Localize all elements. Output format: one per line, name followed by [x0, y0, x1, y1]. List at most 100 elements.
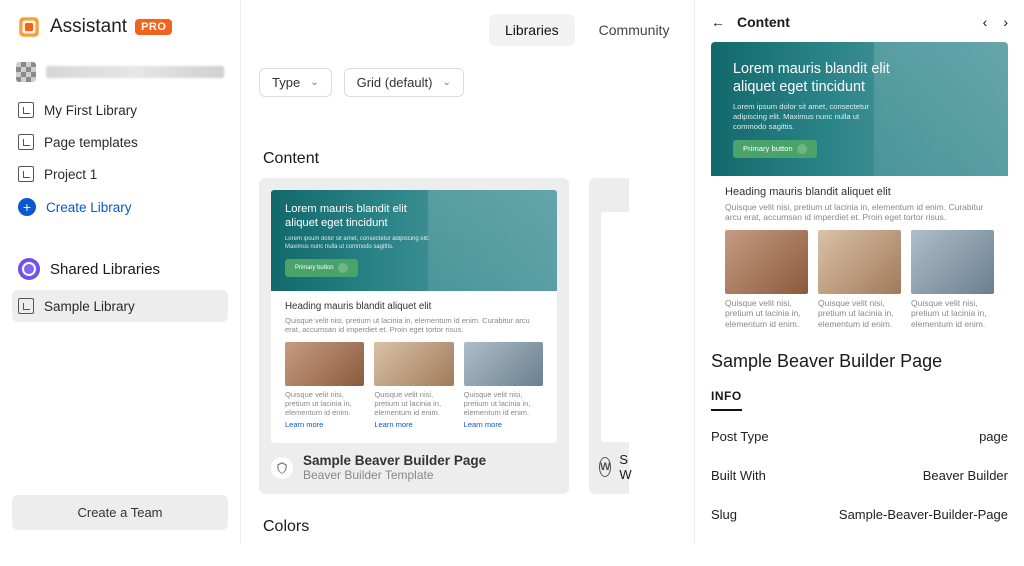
view-select[interactable]: Grid (default) ⌄ — [344, 68, 464, 97]
shared-icon — [18, 258, 40, 280]
plus-icon: + — [18, 198, 36, 216]
file-icon — [18, 102, 34, 118]
assistant-logo-icon — [16, 14, 42, 40]
sidebar-item-label: Page templates — [44, 135, 138, 150]
thumb-image-grid: Quisque velit nisi, pretium ut lacinia i… — [285, 342, 543, 429]
sidebar-item-page-templates[interactable]: Page templates — [12, 126, 228, 158]
panel-breadcrumb: Content — [737, 14, 790, 30]
file-icon — [18, 134, 34, 150]
hero-photo-overlay — [428, 190, 557, 291]
user-avatar-icon — [16, 62, 36, 82]
logo: Assistant PRO — [12, 12, 228, 54]
thumb-hero-body: Lorem ipsum dolor sit amet, consectetur … — [285, 236, 445, 251]
sidebar-item-sample-library[interactable]: Sample Library — [12, 290, 228, 322]
card-subtitle-partial: W — [619, 467, 631, 482]
back-button[interactable]: ← — [711, 14, 725, 30]
prev-button[interactable]: ‹ — [983, 14, 988, 30]
info-value: Sample-Beaver-Builder-Page — [839, 507, 1008, 522]
grid-caption: Quisque velit nisi, pretium ut lacinia i… — [911, 298, 994, 329]
card-title: Sample Beaver Builder Page — [303, 453, 486, 468]
thumb-hero: Lorem mauris blandit elitaliquet eget ti… — [271, 190, 557, 291]
file-icon — [18, 298, 34, 314]
grid-image-icon — [911, 230, 994, 294]
card-footer: Sample Beaver Builder Page Beaver Builde… — [259, 443, 569, 494]
content-card-partial[interactable]: W S W — [589, 178, 629, 494]
preview-row-title: Heading mauris blandit aliquet elit — [725, 186, 994, 198]
info-key: Post Type — [711, 429, 769, 444]
grid-caption: Quisque velit nisi, pretium ut lacinia i… — [818, 298, 901, 329]
sidebar-item-project-1[interactable]: Project 1 — [12, 158, 228, 190]
preview-hero: Lorem mauris blandit elitaliquet eget ti… — [711, 42, 1008, 176]
preview-hero-body: Lorem ipsum dolor sit amet, consectetur … — [733, 102, 890, 132]
shared-libraries-label: Shared Libraries — [50, 261, 160, 278]
learn-more-link: Learn more — [464, 420, 502, 429]
user-row[interactable] — [12, 54, 228, 94]
card-thumbnail — [601, 212, 629, 442]
next-button[interactable]: › — [1003, 14, 1008, 30]
thumb-hero-cta: Primary button — [285, 259, 358, 277]
grid-image-icon — [725, 230, 808, 294]
create-library-button[interactable]: + Create Library — [12, 190, 228, 224]
file-icon — [18, 166, 34, 182]
preview-body: Heading mauris blandit aliquet elit Quis… — [711, 176, 1008, 333]
pro-badge: PRO — [135, 19, 172, 35]
grid-image-icon — [464, 342, 543, 386]
type-select-label: Type — [272, 75, 300, 90]
sidebar: Assistant PRO My First Library Page temp… — [0, 0, 240, 544]
user-name-blurred — [46, 66, 224, 78]
info-row-built-with: Built With Beaver Builder — [711, 456, 1008, 495]
info-value: page — [979, 429, 1008, 444]
grid-caption: Quisque velit nisi, pretium ut lacinia i… — [464, 390, 543, 417]
shared-libraries-header[interactable]: Shared Libraries — [12, 252, 228, 290]
preview-row-lorem: Quisque velit nisi, pretium ut lacinia i… — [725, 202, 994, 222]
check-icon — [338, 263, 348, 273]
learn-more-link: Learn more — [818, 332, 861, 333]
grid-image-icon — [818, 230, 901, 294]
create-library-label: Create Library — [46, 200, 132, 215]
sidebar-item-my-first-library[interactable]: My First Library — [12, 94, 228, 126]
info-tab[interactable]: INFO — [711, 389, 742, 411]
main: Libraries Community Account Type ⌄ Grid … — [240, 0, 1024, 544]
view-select-label: Grid (default) — [357, 75, 433, 90]
card-title-partial: S — [619, 452, 631, 467]
preview-image-grid: Quisque velit nisi, pretium ut lacinia i… — [725, 230, 994, 333]
learn-more-link: Learn more — [285, 420, 323, 429]
content-card[interactable]: Lorem mauris blandit elitaliquet eget ti… — [259, 178, 569, 494]
info-row-post-type: Post Type page — [711, 417, 1008, 456]
learn-more-link: Learn more — [911, 332, 954, 333]
tab-community[interactable]: Community — [583, 14, 686, 46]
check-icon — [797, 144, 807, 154]
logo-text: Assistant — [50, 16, 127, 38]
shared-libraries-section: Shared Libraries Sample Library — [12, 252, 228, 322]
card-subtitle: Beaver Builder Template — [303, 468, 486, 482]
thumb-row-lorem: Quisque velit nisi, pretium ut lacinia i… — [285, 316, 543, 334]
info-value: Beaver Builder — [923, 468, 1008, 483]
grid-caption: Quisque velit nisi, pretium ut lacinia i… — [374, 390, 453, 417]
sidebar-item-label: Project 1 — [44, 167, 97, 182]
chevron-down-icon: ⌄ — [310, 77, 318, 88]
wordpress-icon: W — [599, 457, 611, 477]
sidebar-item-label: My First Library — [44, 103, 137, 118]
grid-image-icon — [374, 342, 453, 386]
grid-caption: Quisque velit nisi, pretium ut lacinia i… — [285, 390, 364, 417]
type-select[interactable]: Type ⌄ — [259, 68, 332, 97]
chevron-down-icon: ⌄ — [442, 77, 450, 88]
sidebar-item-label: Sample Library — [44, 299, 135, 314]
card-footer: W S W — [589, 442, 629, 494]
learn-more-link: Learn more — [374, 420, 412, 429]
panel-title: Sample Beaver Builder Page — [711, 351, 1008, 372]
thumb-row-title: Heading mauris blandit aliquet elit — [285, 301, 543, 312]
learn-more-link: Learn more — [725, 332, 768, 333]
create-team-button[interactable]: Create a Team — [12, 495, 228, 530]
info-key: Slug — [711, 507, 737, 522]
panel-header: ← Content ‹ › — [711, 14, 1008, 30]
tab-libraries[interactable]: Libraries — [489, 14, 575, 46]
hero-photo-overlay — [874, 42, 1008, 176]
bb-template-icon — [271, 457, 293, 479]
info-row-slug: Slug Sample-Beaver-Builder-Page — [711, 495, 1008, 534]
detail-panel: ← Content ‹ › Lorem mauris blandit elita… — [694, 0, 1024, 544]
preview-hero-cta: Primary button — [733, 140, 817, 158]
info-key: Built With — [711, 468, 766, 483]
panel-preview[interactable]: Lorem mauris blandit elitaliquet eget ti… — [711, 42, 1008, 333]
card-thumbnail: Lorem mauris blandit elitaliquet eget ti… — [271, 190, 557, 443]
